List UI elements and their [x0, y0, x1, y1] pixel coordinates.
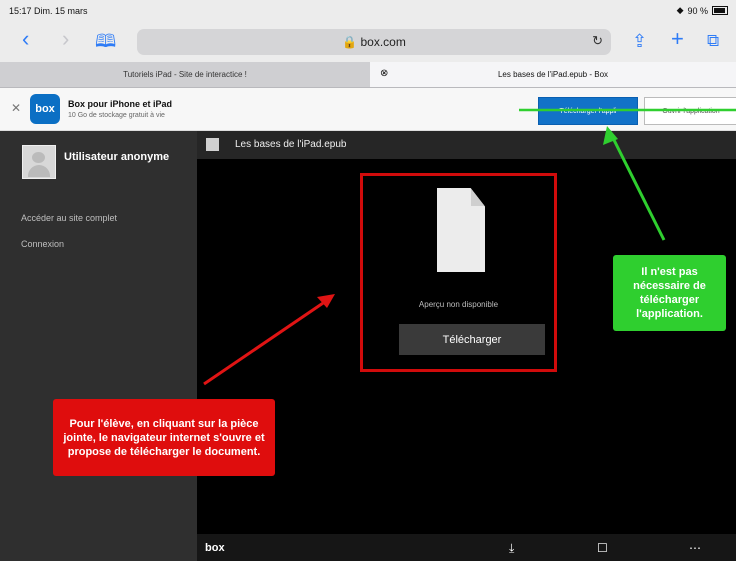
username: Utilisateur anonyme	[64, 151, 170, 163]
open-app-button[interactable]: Ouvrir l'application	[644, 97, 736, 125]
document-icon	[437, 188, 485, 272]
browser-toolbar: ‹ › 🕮 🔒 box.com ↻ ⇪ + ⧉	[0, 21, 736, 62]
red-annotation-text: Pour l'élève, en cliquant sur la pièce j…	[63, 417, 265, 458]
logo-text: box	[35, 103, 55, 115]
download-app-button[interactable]: Télécharger l'appli	[538, 97, 638, 125]
login-link[interactable]: Connexion	[21, 239, 64, 249]
time-label: 15:17	[9, 6, 32, 16]
green-annotation: Il n'est pas nécessaire de télécharger l…	[613, 255, 726, 331]
file-thumbnail-icon	[206, 138, 219, 151]
avatar	[22, 145, 56, 179]
address-bar[interactable]: 🔒 box.com ↻	[137, 29, 611, 55]
forward-icon[interactable]: ›	[62, 27, 69, 51]
tab-label: Les bases de l'iPad.epub - Box	[497, 70, 609, 79]
app-banner: ✕ box Box pour iPhone et iPad 10 Go de s…	[0, 88, 736, 131]
domain-label: box.com	[360, 35, 406, 49]
comment-icon[interactable]: ☐	[597, 541, 608, 555]
download-icon[interactable]: ⤓	[509, 541, 514, 556]
battery-icon	[712, 6, 728, 15]
banner-title: Box pour iPhone et iPad	[68, 99, 173, 109]
green-annotation-text: Il n'est pas nécessaire de télécharger l…	[633, 266, 706, 320]
download-label: Télécharger	[442, 333, 502, 346]
banner-subtitle: 10 Go de stockage gratuit à vie	[68, 112, 165, 119]
download-app-label: Télécharger l'appli	[559, 107, 617, 115]
close-icon[interactable]: ✕	[11, 101, 21, 115]
screenshot-frame: 15:17 Dim. 15 mars ◆ 90 % ‹ › 🕮 🔒 box.co…	[0, 0, 736, 561]
bookmarks-icon[interactable]: 🕮	[95, 29, 116, 53]
preview-box: Aperçu non disponible Télécharger	[360, 173, 557, 372]
file-header: Les bases de l'iPad.epub	[197, 131, 736, 159]
new-tab-icon[interactable]: +	[671, 27, 684, 51]
lock-icon: 🔒	[342, 35, 358, 49]
tab-bar: Tutoriels iPad - Site de interactice ! ⊗…	[0, 62, 736, 88]
url-text: 🔒 box.com	[137, 35, 611, 49]
tab-label: Tutoriels iPad - Site de interactice !	[123, 70, 247, 79]
red-annotation: Pour l'élève, en cliquant sur la pièce j…	[53, 399, 275, 476]
status-time: 15:17 Dim. 15 mars	[9, 6, 88, 16]
sidebar: Utilisateur anonyme Accéder au site comp…	[0, 131, 197, 561]
share-icon[interactable]: ⇪	[632, 29, 647, 53]
back-icon[interactable]: ‹	[22, 27, 29, 51]
reload-icon[interactable]: ↻	[592, 33, 603, 49]
tabs-icon[interactable]: ⧉	[707, 29, 719, 53]
open-app-label: Ouvrir l'application	[662, 107, 720, 115]
battery-percent: 90 %	[687, 5, 708, 16]
close-tab-icon[interactable]: ⊗	[380, 68, 388, 79]
file-viewer: Les bases de l'iPad.epub Aperçu non disp…	[197, 131, 736, 561]
download-button[interactable]: Télécharger	[399, 324, 545, 355]
file-name: Les bases de l'iPad.epub	[235, 139, 347, 150]
date-label: Dim. 15 mars	[34, 6, 88, 16]
viewer-footer: box ⤓ ☐ ⋯	[197, 534, 736, 561]
box-logo: box	[30, 94, 60, 124]
full-site-link[interactable]: Accéder au site complet	[21, 213, 117, 223]
wifi-icon: ◆	[676, 5, 684, 15]
footer-brand: box	[205, 542, 225, 554]
tab-tutoriels[interactable]: Tutoriels iPad - Site de interactice !	[0, 62, 370, 87]
more-icon[interactable]: ⋯	[689, 541, 701, 555]
no-preview-text: Aperçu non disponible	[418, 300, 499, 309]
status-right: ◆ 90 %	[677, 5, 728, 16]
status-bar: 15:17 Dim. 15 mars ◆ 90 %	[0, 0, 736, 21]
tab-box[interactable]: ⊗ Les bases de l'iPad.epub - Box	[370, 62, 736, 87]
